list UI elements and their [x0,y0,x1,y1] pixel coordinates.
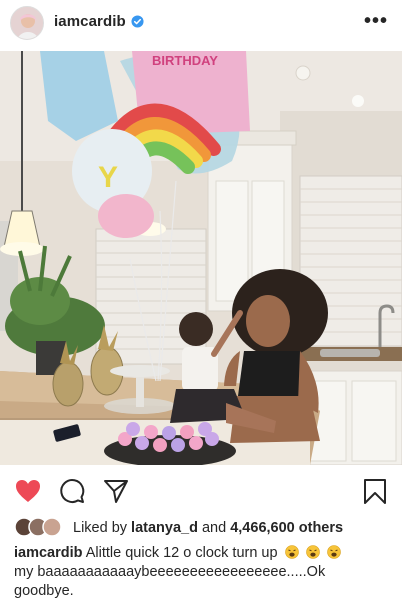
caption-text-line1: Alittle quick 12 o clock turn up [85,545,278,561]
post-header: iamcardib ••• [0,0,402,48]
avatar[interactable] [10,6,44,40]
likes-row: Liked by latanya_d and 4,466,600 others [14,514,394,540]
caption-text-line2: my baaaaaaaaaaaybeeeeeeeeeeeeeeeee.....O… [14,564,326,580]
post-photo[interactable]: Y BIRTHDAY [0,51,402,465]
action-bar [0,470,402,510]
balloon-text: BIRTHDAY [152,53,218,68]
post-username[interactable]: iamcardib [54,13,126,30]
caption-username[interactable]: iamcardib [14,545,83,561]
bookmark-icon[interactable] [361,477,389,505]
liked-by-user[interactable]: latanya_d [131,520,198,536]
likes-text: Liked by latanya_d and 4,466,600 others [73,520,343,536]
share-icon[interactable] [102,477,130,505]
weary-face-emoji [284,545,299,559]
caption: iamcardib Alittle quick 12 o clock turn … [14,544,392,601]
caption-text-line3: goodbye. [14,583,74,599]
likes-count[interactable]: 4,466,600 others [230,520,343,536]
heart-icon[interactable] [14,477,42,505]
verified-badge-icon [131,15,144,28]
liker-avatars[interactable] [14,517,68,537]
more-options-icon[interactable]: ••• [364,10,388,33]
balloon-letter: Y [98,161,118,194]
weary-face-emoji [326,545,341,559]
comment-icon[interactable] [58,477,86,505]
photo-illustration: Y BIRTHDAY [0,51,402,465]
likes-connector: and [201,520,227,536]
weary-face-emoji [305,545,320,559]
liked-by-prefix: Liked by [73,520,128,536]
